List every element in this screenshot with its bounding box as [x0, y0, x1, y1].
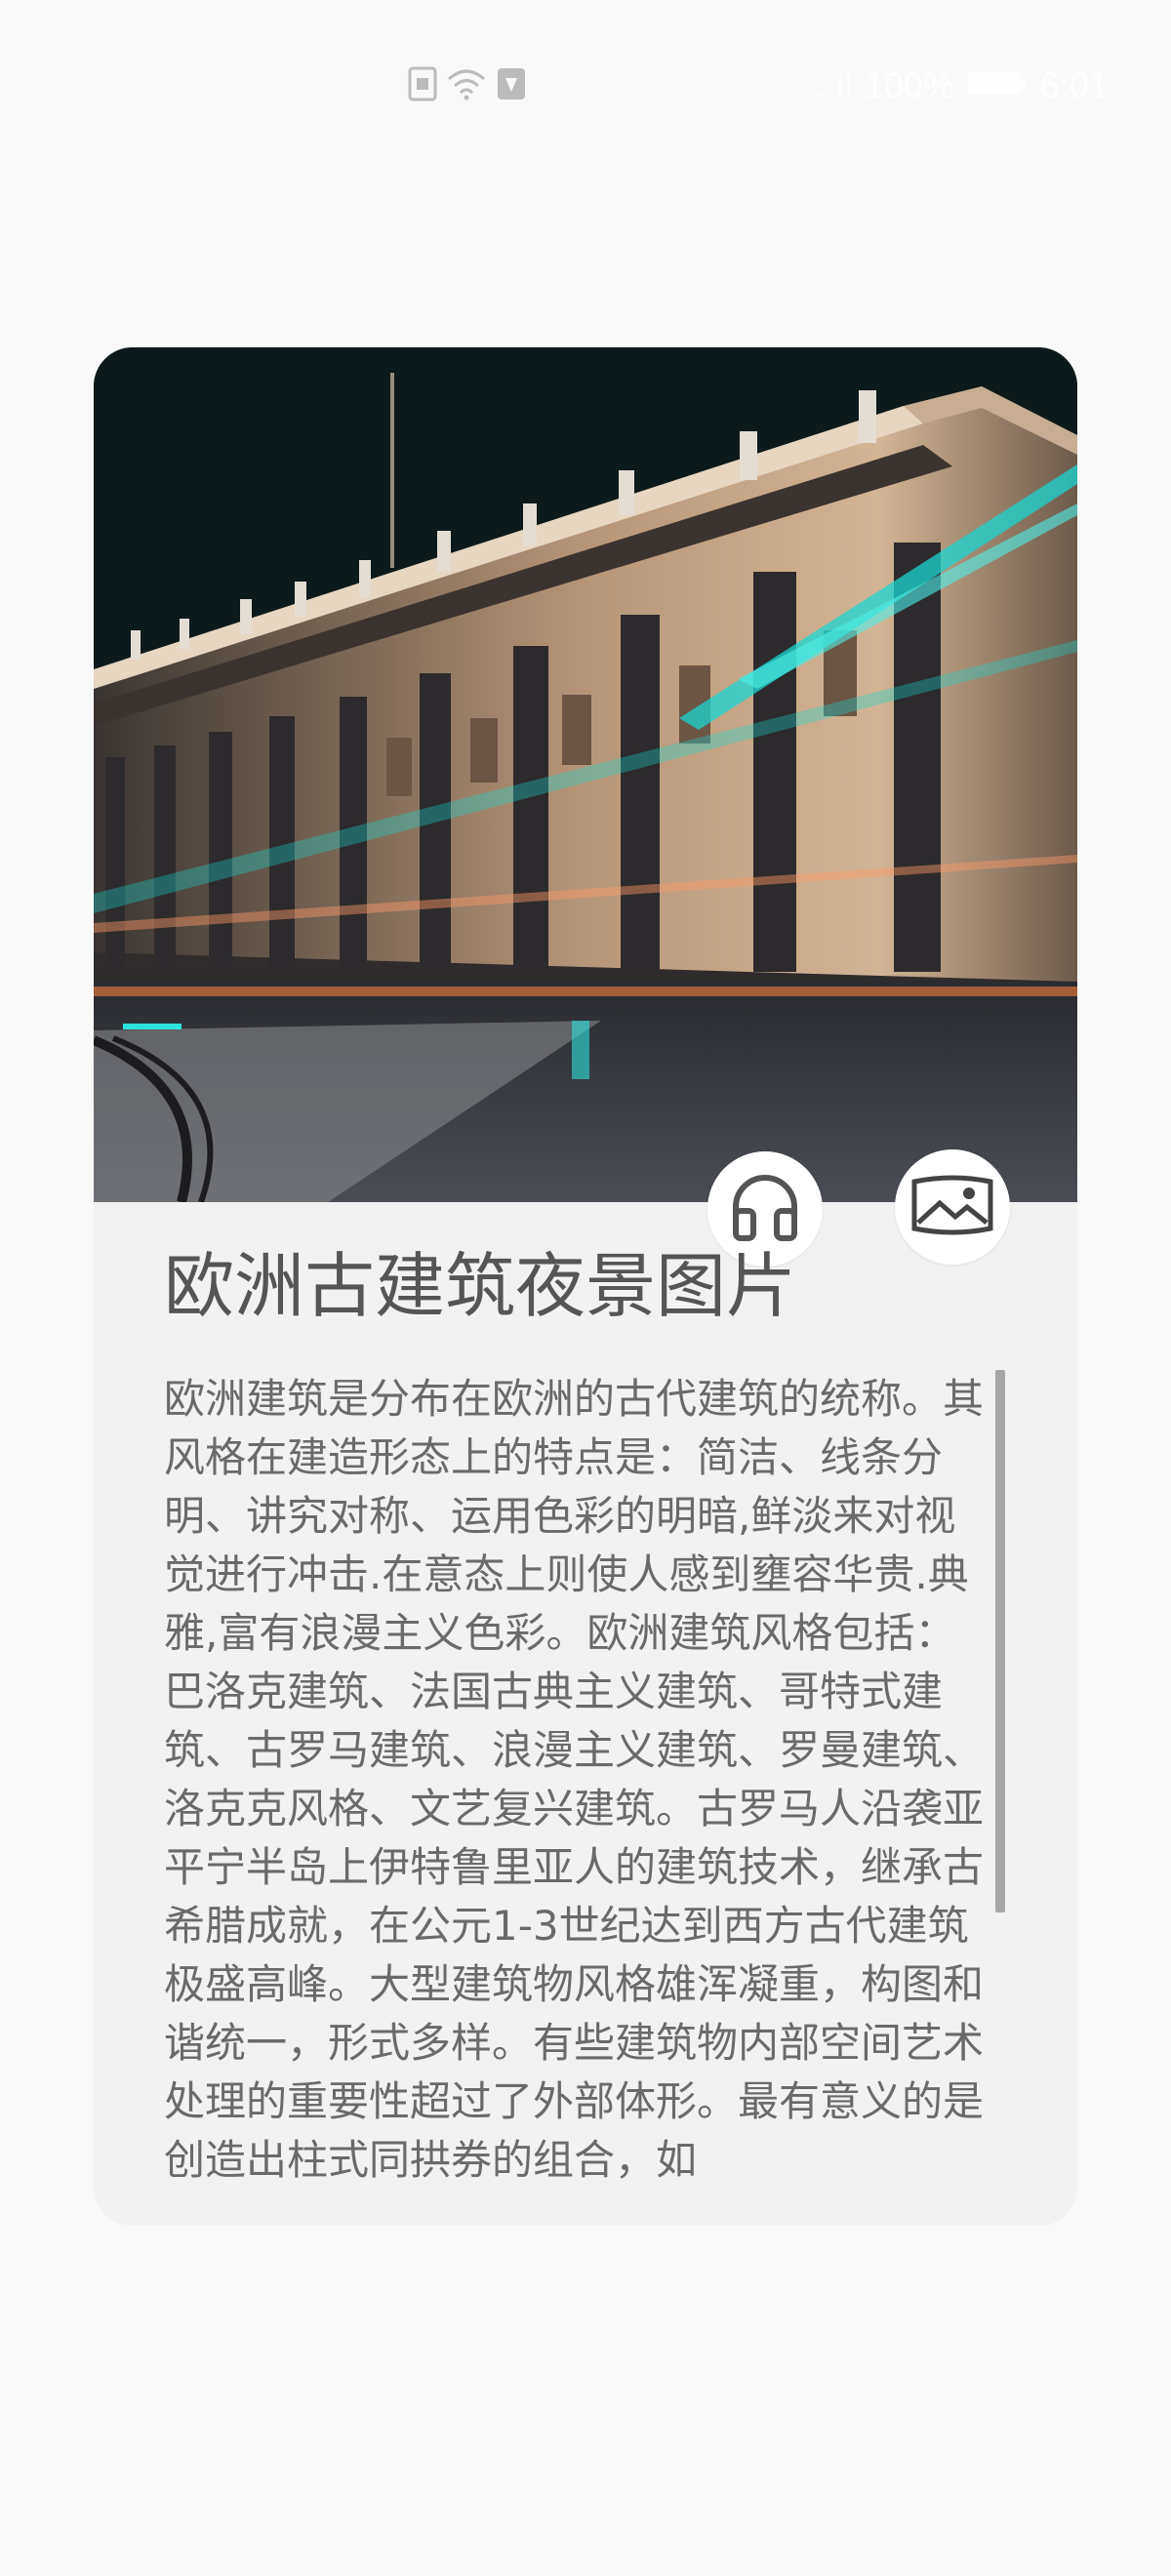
- battery-percent: 100%: [864, 65, 954, 105]
- sim-icon: [408, 66, 437, 105]
- building-night-illustration: [94, 347, 1077, 1202]
- status-right: ..ıl 100% 6:01: [816, 62, 1109, 109]
- vpn-icon: [496, 66, 527, 105]
- status-left-icons: [408, 66, 527, 105]
- hero-image[interactable]: [94, 347, 1077, 1202]
- status-bar: ..ıl 100% 6:01: [0, 0, 1171, 172]
- wifi-icon: [447, 67, 486, 104]
- battery-icon: [966, 65, 1029, 106]
- article-card: 欧洲古建筑夜景图片 欧洲建筑是分布在欧洲的古代建筑的统称。其风格在建造形态上的特…: [94, 347, 1077, 2226]
- clock: 6:01: [1039, 65, 1109, 105]
- headphones-icon: [726, 1170, 804, 1248]
- article-body[interactable]: 欧洲建筑是分布在欧洲的古代建筑的统称。其风格在建造形态上的特点是：简洁、线条分明…: [164, 1370, 995, 2226]
- scrollbar[interactable]: [995, 1370, 1005, 1912]
- article-title: 欧洲古建筑夜景图片: [164, 1245, 797, 1327]
- signal-indicator: ..ıl: [815, 65, 853, 105]
- landscape-image-icon: [910, 1174, 994, 1240]
